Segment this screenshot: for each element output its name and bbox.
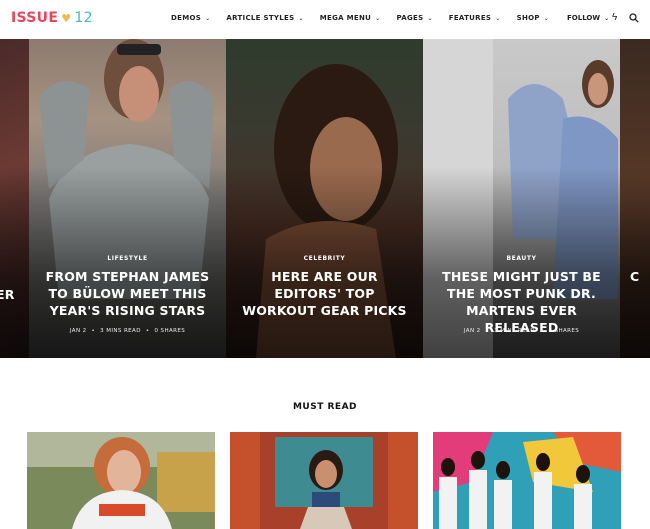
slide-read-time: 3 MINS READ [481, 328, 535, 334]
slide-category[interactable]: CELEBRITY [226, 255, 423, 262]
slide-title[interactable]: THESE MIGHT JUST BE THE MOST PUNK DR. MA… [437, 268, 606, 336]
follow-menu[interactable]: FOLLOW ⌄ [567, 14, 609, 22]
slide-meta: JAN 23 MINS READ0 SHARES [29, 328, 226, 334]
chevron-down-icon: ⌄ [375, 14, 381, 22]
slide-shares: 0 SHARES [141, 328, 185, 334]
chevron-down-icon: ⌄ [298, 14, 304, 22]
heart-icon: ♥ [61, 11, 72, 25]
chevron-down-icon: ⌄ [427, 14, 433, 22]
featured-slider[interactable]: ER LIFESTYLE FROM STEPHAN JAMES TO BÜLOW… [0, 39, 650, 358]
slide-title: C [630, 269, 640, 284]
slide-beauty[interactable]: BEAUTY THESE MIGHT JUST BE THE MOST PUNK… [423, 39, 620, 358]
slide-read-time: 3 MINS READ [87, 328, 141, 334]
follow-label: FOLLOW [567, 14, 601, 22]
card-image [230, 432, 418, 529]
nav-item-features[interactable]: FEATURES ⌄ [449, 14, 501, 22]
nav-item-shop[interactable]: SHOP ⌄ [517, 14, 550, 22]
must-read-card[interactable] [27, 432, 215, 529]
nav-item-article-styles[interactable]: ARTICLE STYLES ⌄ [226, 14, 303, 22]
slide-title[interactable]: FROM STEPHAN JAMES TO BÜLOW MEET THIS YE… [43, 268, 212, 319]
slide-category[interactable]: LIFESTYLE [29, 255, 226, 262]
slide-date: JAN 2 [69, 328, 87, 334]
site-logo[interactable]: ISSUE ♥ 12 [11, 10, 93, 26]
search-icon[interactable] [629, 13, 639, 23]
chevron-down-icon: ⌄ [205, 14, 211, 22]
lightning-icon[interactable]: ϟ [612, 12, 617, 23]
card-image [27, 432, 215, 529]
chevron-down-icon: ⌄ [495, 14, 501, 22]
slide-meta: JAN 23 MINS READ0 SHARES [423, 328, 620, 334]
must-read-card[interactable] [433, 432, 621, 529]
nav-item-demos[interactable]: DEMOS ⌄ [171, 14, 210, 22]
slide-lifestyle[interactable]: LIFESTYLE FROM STEPHAN JAMES TO BÜLOW ME… [29, 39, 226, 358]
slide-category[interactable]: BEAUTY [423, 255, 620, 262]
main-nav: DEMOS ⌄ ARTICLE STYLES ⌄ MEGA MENU ⌄ PAGES ⌄… [171, 14, 549, 22]
chevron-down-icon: ⌄ [543, 14, 550, 22]
nav-item-pages[interactable]: PAGES ⌄ [396, 14, 432, 22]
slide-celebrity[interactable]: CELEBRITY HERE ARE OUR EDITORS' TOP WORK… [226, 39, 423, 358]
must-read-card[interactable] [230, 432, 418, 529]
section-title-must-read: MUST READ [292, 402, 358, 412]
slide-shares: 0 SHARES [535, 328, 579, 334]
logo-text: ISSUE [11, 10, 59, 26]
nav-item-mega-menu[interactable]: MEGA MENU ⌄ [320, 14, 381, 22]
slide-partial-right[interactable]: C [620, 39, 650, 358]
logo-number: 12 [74, 10, 93, 26]
card-image [433, 432, 621, 529]
slide-title[interactable]: HERE ARE OUR EDITORS' TOP WORKOUT GEAR P… [240, 268, 409, 319]
slide-title: ER [0, 287, 15, 302]
slide-date: JAN 2 [463, 328, 481, 334]
chevron-down-icon: ⌄ [604, 14, 610, 22]
site-header: ISSUE ♥ 12 DEMOS ⌄ ARTICLE STYLES ⌄ MEGA M… [0, 0, 650, 38]
slide-partial-left[interactable]: ER [0, 39, 29, 358]
